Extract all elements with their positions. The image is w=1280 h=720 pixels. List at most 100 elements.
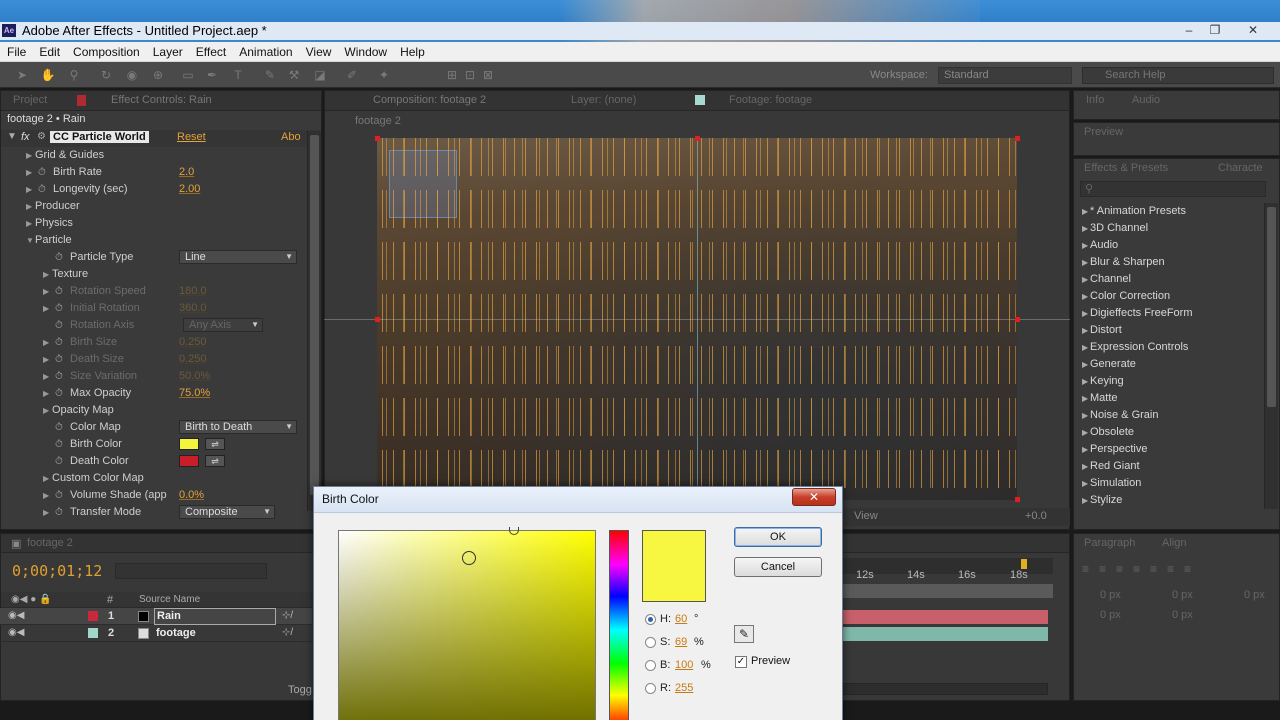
layer-label-color[interactable]	[88, 628, 98, 638]
effect-property-max-opacity[interactable]: ▶ ⏱ Max Opacity 75.0%	[1, 385, 305, 402]
menu-effect[interactable]: Effect	[189, 42, 232, 59]
effect-property-death-size[interactable]: ▶ ⏱ Death Size 0.250	[1, 351, 305, 368]
space-after[interactable]: 0 px	[1172, 609, 1193, 621]
menu-layer[interactable]: Layer	[146, 42, 189, 59]
expand-right-icon[interactable]: ▶	[1082, 390, 1088, 407]
saturation-brightness-field[interactable]	[338, 530, 596, 720]
indent-first[interactable]: 0 px	[1172, 589, 1193, 601]
expand-right-icon[interactable]: ▶	[43, 385, 51, 402]
stopwatch-icon[interactable]: ⏱	[55, 283, 67, 300]
puppet-tool-icon[interactable]: ✦	[376, 67, 392, 83]
stopwatch-icon[interactable]: ⏱	[38, 164, 50, 181]
effect-category-stylize[interactable]: ▶ Stylize	[1074, 492, 1264, 509]
color-field-value[interactable]: 69	[675, 636, 687, 648]
expand-right-icon[interactable]: ▶	[1082, 237, 1088, 254]
layer-handle-tc[interactable]	[695, 136, 700, 141]
expand-right-icon[interactable]: ▶	[43, 487, 51, 504]
expand-right-icon[interactable]: ▶	[1082, 458, 1088, 475]
expand-right-icon[interactable]: ▶	[1082, 441, 1088, 458]
effect-category-generate[interactable]: ▶ Generate	[1074, 356, 1264, 373]
effect-property-physics[interactable]: ▶ Physics	[1, 215, 305, 232]
expand-right-icon[interactable]: ▶	[43, 402, 51, 419]
expand-right-icon[interactable]: ▶	[1082, 220, 1088, 237]
layer-name[interactable]: footage	[156, 627, 196, 639]
expand-right-icon[interactable]: ▶	[26, 181, 34, 198]
timeline-search-input[interactable]	[115, 563, 267, 579]
stopwatch-icon[interactable]: ⏱	[55, 419, 67, 436]
stopwatch-icon[interactable]: ⏱	[55, 436, 67, 453]
about-link[interactable]: Abo	[281, 131, 301, 143]
effect-property-particle-type[interactable]: ⏱ Particle Type Line	[1, 249, 305, 266]
search-help-input[interactable]: Search Help	[1082, 67, 1274, 84]
expand-right-icon[interactable]: ▶	[43, 368, 51, 385]
pan-behind-tool-icon[interactable]: ⊕	[150, 67, 166, 83]
effect-property-grid-guides[interactable]: ▶ Grid & Guides	[1, 147, 305, 164]
effect-category-digieffects-freeform[interactable]: ▶ Digieffects FreeForm	[1074, 305, 1264, 322]
stopwatch-icon[interactable]: ⏱	[55, 385, 67, 402]
menu-edit[interactable]: Edit	[32, 42, 66, 59]
effect-property-rotation-speed[interactable]: ▶ ⏱ Rotation Speed 180.0	[1, 283, 305, 300]
color-field-value[interactable]: 60	[675, 613, 687, 625]
indent-right[interactable]: 0 px	[1244, 589, 1265, 601]
expand-right-icon[interactable]: ▶	[43, 351, 51, 368]
effect-category-red-giant[interactable]: ▶ Red Giant	[1074, 458, 1264, 475]
cancel-button[interactable]: Cancel	[734, 557, 822, 577]
property-dropdown[interactable]: Birth to Death	[179, 420, 297, 434]
layer-switches-icon[interactable]: ⊹/	[282, 610, 293, 621]
stopwatch-icon[interactable]: ⏱	[38, 181, 50, 198]
tab-paragraph[interactable]: Paragraph	[1084, 534, 1135, 552]
menu-view[interactable]: View	[299, 42, 338, 59]
exposure-value[interactable]: +0.0	[1025, 510, 1047, 522]
effect-category-animation-presets[interactable]: ▶ * Animation Presets	[1074, 203, 1264, 220]
col-source-name[interactable]: Source Name	[139, 594, 200, 605]
color-field-value[interactable]: 255	[675, 682, 693, 694]
stopwatch-icon[interactable]: ⏱	[55, 368, 67, 385]
effect-property-opacity-map[interactable]: ▶ Opacity Map	[1, 402, 305, 419]
current-timecode[interactable]: 0;00;01;12	[12, 562, 102, 580]
tab-effect-controls[interactable]: Effect Controls: Rain	[111, 91, 212, 109]
color-swatch[interactable]	[179, 438, 199, 450]
layer-name[interactable]: Rain	[154, 608, 276, 625]
stopwatch-icon[interactable]: ⏱	[55, 334, 67, 351]
effect-property-death-color[interactable]: ⏱ Death Color ⇌	[1, 453, 305, 470]
space-before[interactable]: 0 px	[1100, 609, 1121, 621]
menu-file[interactable]: File	[0, 42, 32, 59]
dialog-close-button[interactable]: ✕	[792, 488, 836, 506]
eraser-tool-icon[interactable]: ◪	[312, 67, 328, 83]
stopwatch-icon[interactable]: ⏱	[55, 300, 67, 317]
effect-category-3d-channel[interactable]: ▶ 3D Channel	[1074, 220, 1264, 237]
layer-handle-ml[interactable]	[375, 317, 380, 322]
menu-animation[interactable]: Animation	[232, 42, 298, 59]
effect-property-texture[interactable]: ▶ Texture	[1, 266, 305, 283]
expand-right-icon[interactable]: ▶	[1082, 373, 1088, 390]
tab-audio[interactable]: Audio	[1132, 91, 1160, 109]
property-dropdown[interactable]: Composite	[179, 505, 275, 519]
eyedropper-icon[interactable]: ✎	[734, 625, 754, 643]
tab-preview[interactable]: Preview	[1084, 123, 1123, 141]
effect-property-transfer-mode[interactable]: ▶ ⏱ Transfer Mode Composite	[1, 504, 305, 521]
effect-category-color-correction[interactable]: ▶ Color Correction	[1074, 288, 1264, 305]
expand-right-icon[interactable]: ▶	[43, 470, 51, 487]
expand-right-icon[interactable]: ▶	[1082, 305, 1088, 322]
effect-category-channel[interactable]: ▶ Channel	[1074, 271, 1264, 288]
timeline-layer-row[interactable]: ◉◀ 1 Rain ⊹/	[0, 608, 312, 625]
property-dropdown[interactable]: Line	[179, 250, 297, 264]
layer-handle-tl[interactable]	[375, 136, 380, 141]
ok-button[interactable]: OK	[734, 527, 822, 547]
comp-breadcrumb[interactable]: footage 2	[355, 115, 401, 127]
expand-right-icon[interactable]: ▶	[26, 147, 34, 164]
color-picker-marker[interactable]	[462, 551, 476, 565]
layer-handle-br[interactable]	[1015, 497, 1020, 502]
color-field-value[interactable]: 100	[675, 659, 693, 671]
effect-category-perspective[interactable]: ▶ Perspective	[1074, 441, 1264, 458]
view-dropdown[interactable]: View	[854, 510, 878, 522]
effect-category-noise-grain[interactable]: ▶ Noise & Grain	[1074, 407, 1264, 424]
tab-layer[interactable]: Layer: (none)	[571, 91, 636, 109]
maximize-button[interactable]: ❐	[1204, 22, 1226, 38]
indent-left[interactable]: 0 px	[1100, 589, 1121, 601]
property-value[interactable]: 360.0	[179, 300, 207, 317]
layer-handle-mr[interactable]	[1015, 317, 1020, 322]
effects-scrollbar[interactable]	[1264, 203, 1278, 509]
expand-right-icon[interactable]: ▶	[1082, 356, 1088, 373]
effect-property-size-variation[interactable]: ▶ ⏱ Size Variation 50.0%	[1, 368, 305, 385]
